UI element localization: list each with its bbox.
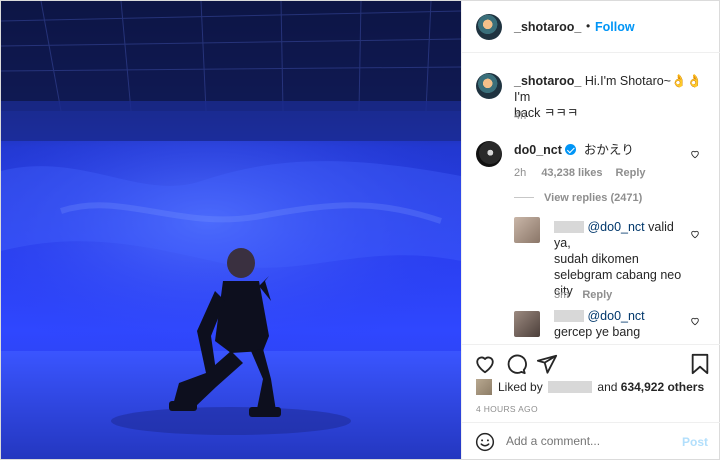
author-avatar[interactable] — [476, 14, 502, 40]
redacted-liker — [548, 381, 593, 393]
liker-avatar[interactable] — [476, 379, 492, 395]
likes-count[interactable]: 634,922 others — [621, 380, 704, 394]
comment-username[interactable]: do0_nct — [514, 143, 562, 157]
reply-mention[interactable]: @do0_nct — [587, 309, 644, 323]
commenter-avatar[interactable] — [476, 141, 502, 167]
reply-time: 3m — [554, 289, 570, 301]
header-separator: • — [586, 19, 591, 33]
redacted-username — [554, 310, 584, 322]
view-replies-line — [514, 197, 534, 198]
post-sidebar: _shotaroo_ • Follow _shotaroo_ Hi.I'm Sh… — [461, 1, 720, 459]
post-header: _shotaroo_ • Follow — [462, 1, 720, 53]
reply-text-line2: sudah dikomen — [554, 252, 639, 266]
verified-icon — [565, 144, 577, 155]
caption-time: 4h — [514, 110, 527, 122]
comment-text: おかえり — [583, 143, 634, 157]
comment-time: 2h — [514, 167, 527, 179]
post-timestamp[interactable]: 4 HOURS AGO — [476, 404, 538, 414]
bookmark-icon[interactable] — [690, 353, 710, 375]
reply-avatar[interactable] — [514, 311, 540, 337]
reply-mention[interactable]: @do0_nct — [587, 220, 644, 234]
comment-icon[interactable] — [505, 353, 527, 375]
redacted-username — [554, 221, 584, 233]
reply-text-line1: gercep ye bang — [554, 325, 641, 339]
comment-reply-button[interactable]: Reply — [616, 167, 646, 179]
comments-section[interactable]: _shotaroo_ Hi.I'm Shotaro~👌👌I'm back ㅋㅋㅋ… — [462, 54, 720, 344]
view-replies-label[interactable]: View replies (2471) — [544, 192, 642, 204]
heart-icon[interactable] — [474, 353, 496, 375]
caption-avatar[interactable] — [476, 73, 502, 99]
share-icon[interactable] — [536, 353, 558, 375]
action-bar: Liked by and 634,922 others 4 HOURS AGO — [462, 344, 720, 422]
add-comment-input[interactable] — [506, 434, 676, 448]
liked-by-prefix: Liked by — [498, 380, 543, 394]
liked-by-connector: and — [597, 380, 618, 394]
likes-summary[interactable]: Liked by and 634,922 others — [476, 379, 704, 395]
reply-text-line3: selebgram cabang neo — [554, 268, 682, 282]
reply-like-heart-icon[interactable] — [690, 316, 700, 326]
reply-reply-button[interactable]: Reply — [582, 289, 612, 301]
post-comment-button[interactable]: Post — [682, 435, 708, 449]
stage-photo-illustration — [1, 1, 461, 459]
reply-avatar[interactable] — [514, 217, 540, 243]
post-photo[interactable] — [1, 1, 461, 459]
caption-username[interactable]: _shotaroo_ — [514, 74, 581, 88]
comment-likes[interactable]: 43,238 likes — [541, 167, 602, 179]
comment-like-heart-icon[interactable] — [690, 149, 700, 159]
reply-like-heart-icon[interactable] — [690, 229, 700, 239]
add-comment-bar: Post — [462, 422, 720, 459]
view-replies-button[interactable]: View replies (2471) — [514, 192, 642, 204]
emoji-icon[interactable] — [475, 432, 495, 452]
author-username[interactable]: _shotaroo_ — [514, 20, 581, 34]
follow-button[interactable]: Follow — [595, 20, 635, 34]
